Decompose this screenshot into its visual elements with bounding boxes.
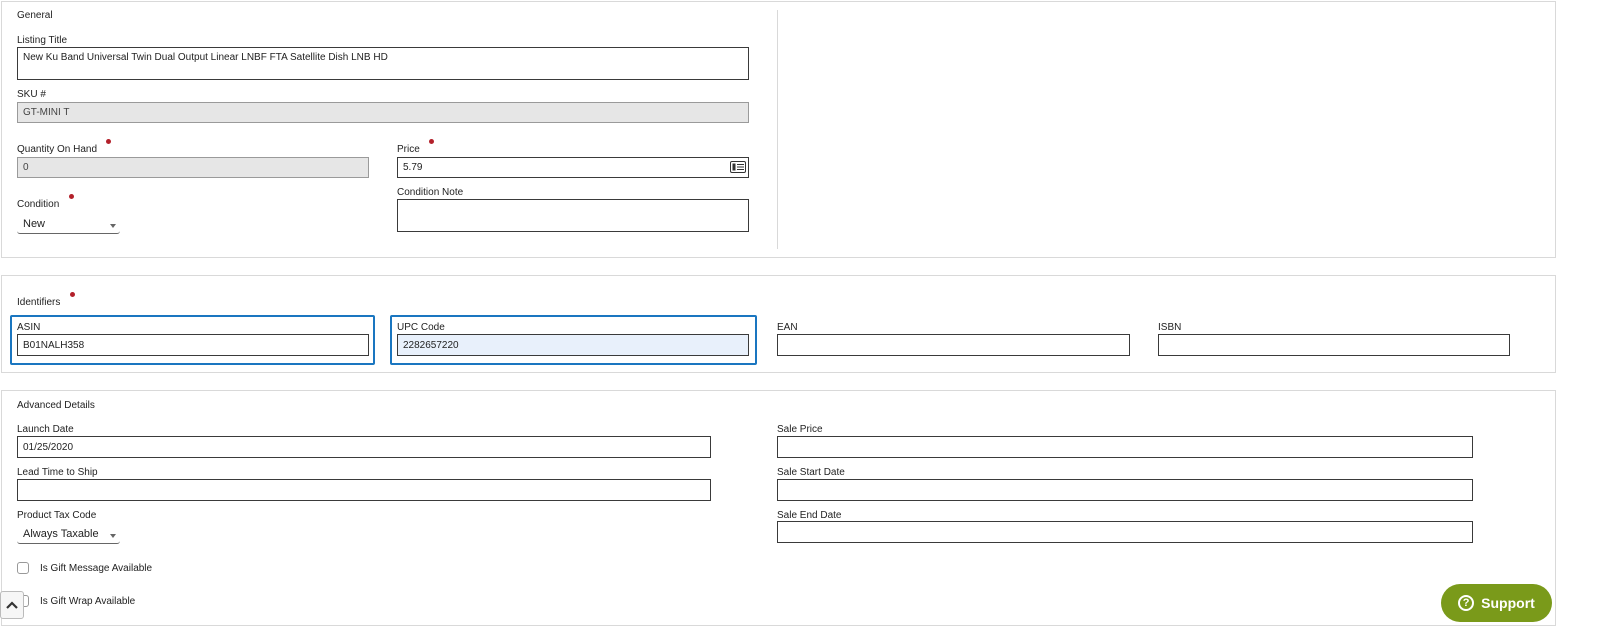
- tax-code-label: Product Tax Code: [17, 510, 97, 521]
- sku-input: GT-MINI T: [17, 102, 749, 123]
- price-label: Price: [397, 144, 420, 155]
- listing-title-label: Listing Title: [17, 35, 68, 46]
- gift-wrap-label[interactable]: Is Gift Wrap Available: [40, 596, 135, 607]
- condition-label: Condition: [17, 199, 60, 210]
- asin-input[interactable]: B01NALH358: [17, 334, 369, 356]
- quantity-required-indicator: [106, 139, 111, 144]
- launch-date-input[interactable]: 01/25/2020: [17, 436, 711, 458]
- condition-select-value: New: [23, 218, 46, 230]
- isbn-input[interactable]: [1158, 334, 1510, 356]
- lead-time-label: Lead Time to Ship: [17, 467, 98, 478]
- support-button-label: Support: [1481, 595, 1535, 611]
- identifiers-required-indicator: [70, 292, 75, 297]
- price-input[interactable]: 5.79: [397, 157, 749, 178]
- sku-label: SKU #: [17, 89, 46, 100]
- sale-end-label: Sale End Date: [777, 510, 842, 521]
- calculator-icon[interactable]: [730, 161, 746, 173]
- identifiers-section-title: Identifiers: [17, 297, 61, 308]
- upc-label: UPC Code: [397, 322, 445, 333]
- isbn-label: ISBN: [1158, 322, 1182, 333]
- advanced-section-title: Advanced Details: [17, 400, 95, 411]
- condition-select[interactable]: New: [17, 215, 120, 234]
- condition-required-indicator: [69, 194, 74, 199]
- chevron-down-icon: [110, 534, 116, 538]
- price-value: 5.79: [403, 162, 423, 173]
- support-button[interactable]: ? Support: [1441, 584, 1552, 622]
- upc-input[interactable]: 2282657220: [397, 334, 749, 356]
- sale-end-input[interactable]: [777, 521, 1473, 543]
- tax-code-select-value: Always Taxable: [23, 528, 99, 540]
- quantity-label: Quantity On Hand: [17, 144, 98, 155]
- chevron-down-icon: [110, 224, 116, 228]
- price-required-indicator: [429, 139, 434, 144]
- sale-price-input[interactable]: [777, 436, 1473, 458]
- asin-label: ASIN: [17, 322, 41, 333]
- general-section-title: General: [17, 10, 53, 21]
- condition-note-input[interactable]: [397, 199, 749, 232]
- ean-input[interactable]: [777, 334, 1130, 356]
- sale-start-input[interactable]: [777, 479, 1473, 501]
- listing-title-input[interactable]: New Ku Band Universal Twin Dual Output L…: [17, 47, 749, 80]
- sale-price-label: Sale Price: [777, 424, 823, 435]
- tax-code-select[interactable]: Always Taxable: [17, 525, 120, 544]
- gift-message-label[interactable]: Is Gift Message Available: [40, 563, 152, 574]
- general-divider: [777, 10, 778, 249]
- general-panel: [1, 1, 1556, 258]
- quantity-input: 0: [17, 157, 369, 178]
- lead-time-input[interactable]: [17, 479, 711, 501]
- launch-date-label: Launch Date: [17, 424, 74, 435]
- question-icon: ?: [1458, 595, 1475, 611]
- condition-note-label: Condition Note: [397, 187, 464, 198]
- gift-message-checkbox[interactable]: [17, 562, 29, 574]
- scroll-to-top-button[interactable]: [0, 591, 24, 619]
- ean-label: EAN: [777, 322, 798, 333]
- chevron-up-icon: [6, 601, 18, 609]
- sale-start-label: Sale Start Date: [777, 467, 845, 478]
